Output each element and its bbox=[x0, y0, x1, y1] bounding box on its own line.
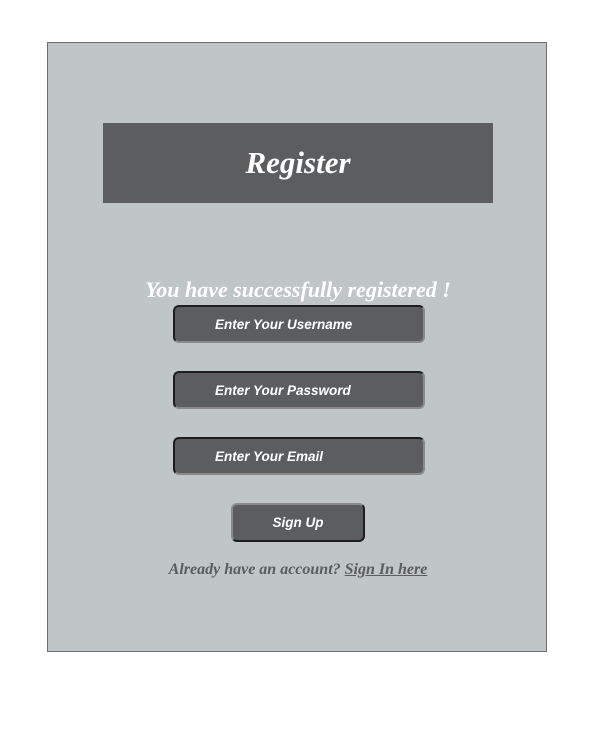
password-input[interactable] bbox=[173, 371, 425, 409]
success-message: You have successfully registered ! bbox=[145, 277, 451, 302]
email-input[interactable] bbox=[173, 437, 425, 475]
signin-prompt-text: Already have an account? bbox=[168, 561, 341, 578]
sign-up-button[interactable]: Sign Up bbox=[231, 503, 365, 542]
register-panel: Register You have successfully registere… bbox=[47, 42, 547, 652]
signin-prompt: Already have an account? Sign In here bbox=[48, 561, 548, 579]
username-input[interactable] bbox=[173, 305, 425, 343]
sign-in-link[interactable]: Sign In here bbox=[345, 561, 428, 578]
page-title: Register bbox=[245, 145, 351, 180]
register-header: Register bbox=[103, 123, 493, 203]
